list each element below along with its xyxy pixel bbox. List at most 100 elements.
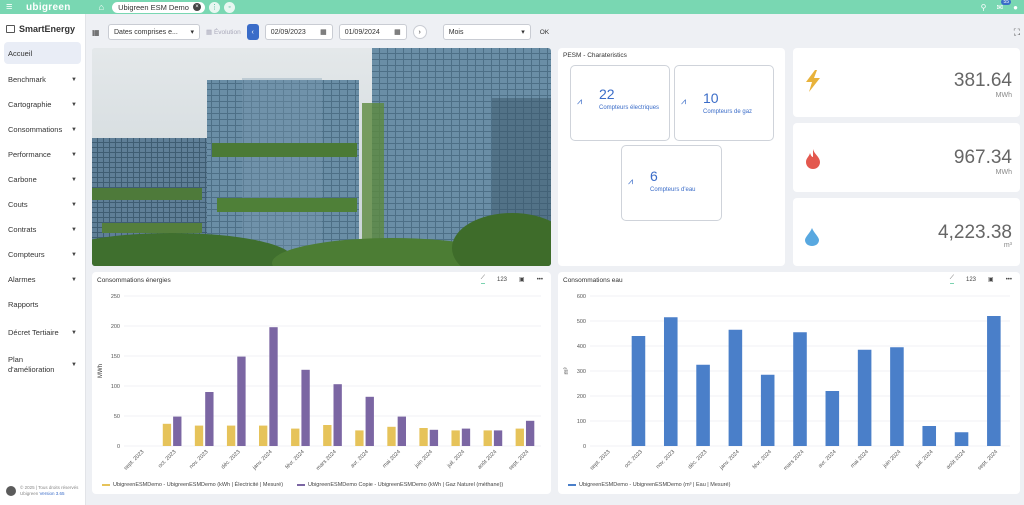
x-tick-label: févr. 2024 bbox=[752, 449, 773, 470]
more-options-icon[interactable]: ••• bbox=[1006, 277, 1012, 283]
next-period-button[interactable]: › bbox=[412, 25, 427, 39]
site-tab-label: Ubigreen ESM Demo bbox=[118, 2, 189, 12]
bar-a bbox=[922, 426, 937, 446]
ok-button[interactable]: OK bbox=[537, 29, 552, 36]
sidebar-item-contrats[interactable]: Contrats ▼ bbox=[4, 217, 81, 242]
date-mode-select[interactable]: Dates comprises e... ▾ bbox=[108, 24, 200, 40]
x-tick-label: sept. 2024 bbox=[508, 449, 530, 471]
y-tick-label: 100 bbox=[111, 384, 120, 390]
legend-item-electricity[interactable]: UbigreenESMDemo - UbigreenESMDemo (kWh |… bbox=[102, 482, 283, 488]
sidebar-item-label: Décret Tertiaire bbox=[8, 328, 59, 337]
notifications-icon[interactable]: ✉ 55 bbox=[996, 0, 1012, 12]
sidebar-item-label: Performance bbox=[8, 150, 51, 159]
y-tick-label: 250 bbox=[111, 294, 120, 300]
sidebar-item-compteurs[interactable]: Compteurs ▼ bbox=[4, 242, 81, 267]
electric-meters-card[interactable]: ⩘ 22 Compteurs électriques bbox=[570, 65, 670, 141]
start-date-input[interactable]: 02/09/2023 ▦ bbox=[264, 24, 333, 40]
bar-a bbox=[890, 347, 904, 446]
pesm-characteristics-panel: PESM - Charateristics ⩘ 22 Compteurs éle… bbox=[558, 48, 785, 266]
x-tick-label: août 2024 bbox=[477, 449, 499, 471]
chevron-down-icon: ▾ bbox=[190, 29, 194, 36]
lightning-icon bbox=[806, 70, 820, 92]
sidebar-item-label: Accueil bbox=[8, 48, 33, 58]
line-chart-icon[interactable]: ⟋ bbox=[480, 275, 485, 284]
energy-consumption-chart-panel: Consommations énergies ⟋ 123 ▣ ••• 0 50 10… bbox=[92, 272, 551, 494]
antenna-icon: ⩘ bbox=[628, 176, 634, 186]
bar-a bbox=[355, 430, 364, 446]
sidebar-item-decret-tertiaire[interactable]: Décret Tertiaire ▼ bbox=[4, 317, 81, 349]
sidebar-item-plan-d-amelioration[interactable]: Plan d'amélioration ▼ bbox=[4, 349, 81, 381]
bar-b bbox=[461, 428, 471, 446]
legend-item-gas[interactable]: UbigreenESMDemo Copie - UbigreenESMDemo … bbox=[297, 482, 503, 488]
bar-a bbox=[631, 336, 646, 446]
electricity-kpi-card: 381.64 MWh bbox=[793, 48, 1020, 117]
sidebar-item-performance[interactable]: Performance ▼ bbox=[4, 142, 81, 167]
bar-b bbox=[333, 384, 342, 446]
sidebar-item-couts[interactable]: Couts ▼ bbox=[4, 192, 81, 217]
water-meters-card[interactable]: ⩘ 6 Compteurs d'eau bbox=[621, 145, 722, 221]
water-kpi-card: 4,223.38 m³ bbox=[793, 198, 1020, 266]
sidebar-item-alarmes[interactable]: Alarmes ▼ bbox=[4, 267, 81, 292]
building-photo bbox=[92, 48, 551, 266]
export-icon[interactable]: ▣ bbox=[988, 276, 994, 283]
fullscreen-icon[interactable]: ⛶ bbox=[1014, 27, 1020, 38]
user-icon[interactable]: ● bbox=[1013, 3, 1018, 12]
home-icon[interactable]: ⌂ bbox=[99, 2, 104, 12]
sidebar-item-label: Compteurs bbox=[8, 250, 45, 259]
y-tick-label: 50 bbox=[114, 414, 120, 420]
filter-bar: ▦ Dates comprises e... ▾ ▦ Évolution ‹ 02… bbox=[92, 22, 1020, 42]
sidebar-item-cartographie[interactable]: Cartographie ▼ bbox=[4, 92, 81, 117]
menu-icon[interactable]: ≡ bbox=[6, 1, 20, 13]
sidebar-item-label: Carbone bbox=[8, 175, 37, 184]
x-tick-label: avr. 2024 bbox=[350, 449, 370, 469]
version-link[interactable]: Version 3.65 bbox=[40, 491, 65, 496]
x-tick-label: juin 2024 bbox=[413, 449, 434, 470]
line-chart-icon[interactable]: ⟋ bbox=[949, 275, 954, 284]
bar-a bbox=[226, 425, 236, 446]
caret-down-icon: ▼ bbox=[71, 330, 77, 336]
bar-a bbox=[323, 425, 332, 446]
number-view-icon[interactable]: 123 bbox=[966, 277, 976, 283]
sidebar-item-label: Rapports bbox=[8, 300, 39, 309]
sidebar-item-accueil[interactable]: Accueil bbox=[4, 42, 81, 64]
brand-logo: ubigreen bbox=[26, 1, 71, 13]
number-view-icon[interactable]: 123 bbox=[497, 277, 507, 283]
bar-a bbox=[825, 391, 840, 446]
site-switch-icon[interactable]: ◦ bbox=[223, 1, 235, 13]
previous-period-button[interactable]: ‹ bbox=[246, 24, 259, 40]
bar-a bbox=[760, 374, 775, 446]
x-tick-label: janv. 2024 bbox=[251, 449, 274, 472]
search-icon[interactable]: ⚲ bbox=[981, 3, 987, 12]
caret-down-icon: ▼ bbox=[71, 226, 77, 233]
y-tick-label: 300 bbox=[577, 369, 586, 375]
hierarchy-icon[interactable]: ⋮ bbox=[208, 1, 220, 13]
sidebar-footer: © 2025 | Tous droits réservés Ubigreen V… bbox=[6, 485, 78, 497]
y-tick-label: 400 bbox=[577, 344, 586, 350]
bar-b bbox=[525, 420, 535, 446]
x-tick-label: avr. 2024 bbox=[817, 449, 837, 469]
x-tick-label: déc. 2023 bbox=[687, 449, 708, 470]
caret-down-icon: ▼ bbox=[71, 126, 77, 133]
granularity-select[interactable]: Mois ▾ bbox=[442, 24, 531, 40]
bar-b bbox=[301, 369, 310, 446]
flame-icon bbox=[806, 149, 820, 169]
sidebar-item-benchmark[interactable]: Benchmark ▼ bbox=[4, 67, 81, 92]
close-icon[interactable]: × bbox=[192, 3, 201, 11]
caret-down-icon: ▼ bbox=[71, 76, 77, 83]
caret-down-icon: ▼ bbox=[71, 201, 77, 208]
bar-a bbox=[291, 428, 300, 446]
x-tick-label: sept. 2023 bbox=[123, 449, 145, 471]
bar-a bbox=[663, 317, 678, 446]
evolution-toggle[interactable]: ▦ Évolution bbox=[206, 28, 241, 36]
sidebar-item-rapports[interactable]: Rapports bbox=[4, 292, 81, 317]
sidebar-item-consommations[interactable]: Consommations ▼ bbox=[4, 117, 81, 142]
export-icon[interactable]: ▣ bbox=[519, 276, 525, 283]
sidebar-item-carbone[interactable]: Carbone ▼ bbox=[4, 167, 81, 192]
gas-meters-card[interactable]: ⩘ 10 Compteurs de gaz bbox=[674, 65, 774, 141]
more-options-icon[interactable]: ••• bbox=[537, 277, 543, 283]
site-tab[interactable]: Ubigreen ESM Demo × bbox=[112, 1, 205, 13]
y-tick-label: 0 bbox=[583, 444, 586, 450]
legend-item-water[interactable]: UbigreenESMDemo - UbigreenESMDemo (m³ | … bbox=[568, 482, 730, 488]
end-date-input[interactable]: 01/09/2024 ▦ bbox=[338, 24, 407, 40]
water-drop-icon bbox=[805, 228, 819, 246]
